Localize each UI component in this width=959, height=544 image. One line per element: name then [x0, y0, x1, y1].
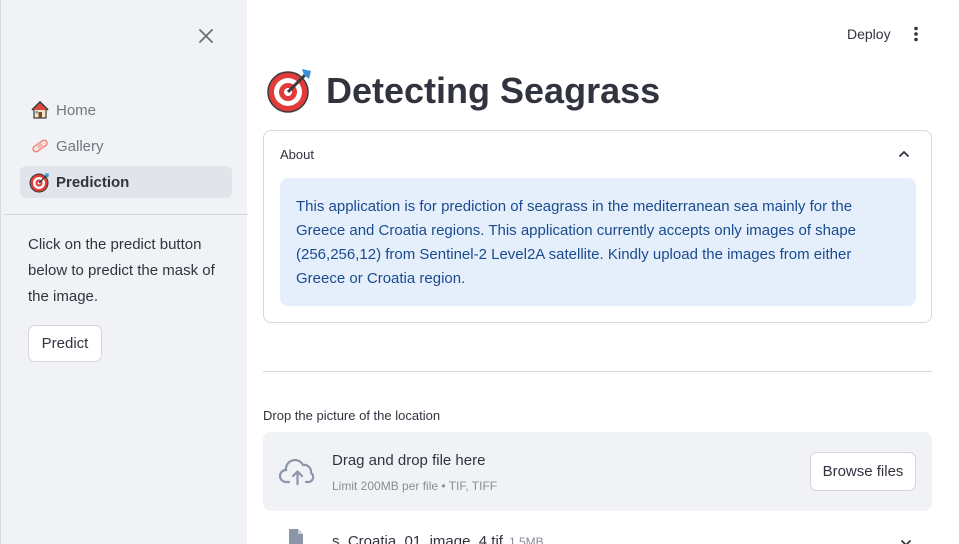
sidebar-item-label: Gallery: [56, 137, 104, 155]
bandage-icon: [29, 135, 51, 157]
collapse-expander-button[interactable]: [895, 145, 913, 163]
page-title: Detecting Seagrass: [326, 70, 661, 111]
expander-label[interactable]: About: [280, 147, 314, 162]
house-icon: [29, 99, 51, 121]
main-menu-button[interactable]: [906, 24, 926, 44]
vertical-dots-icon: [914, 26, 918, 42]
file-name: s_Croatia_01_image_4.tif 1.5MB: [332, 533, 544, 544]
dart-target-icon: [29, 171, 51, 193]
info-alert: This application is for prediction of se…: [280, 178, 916, 306]
uploader-label: Drop the picture of the location: [263, 408, 441, 423]
file-name-text: s_Croatia_01_image_4.tif: [332, 533, 503, 544]
sidebar-item-home[interactable]: Home: [20, 94, 232, 126]
sidebar: Home Gallery Prediction Click on the pre…: [0, 0, 248, 544]
file-size: 1.5MB: [508, 535, 544, 544]
uploaded-file-row: s_Croatia_01_image_4.tif 1.5MB: [263, 524, 932, 544]
dropzone-limit-text: Limit 200MB per file • TIF, TIFF: [332, 479, 498, 493]
chevron-down-icon: [901, 540, 911, 544]
cloud-upload-icon: [278, 456, 318, 488]
file-expand-button[interactable]: [897, 534, 915, 544]
sidebar-instructions: Click on the predict button below to pre…: [28, 236, 215, 305]
sidebar-item-label: Home: [56, 101, 97, 119]
dart-target-icon: [266, 66, 314, 114]
sidebar-item-prediction[interactable]: Prediction: [20, 166, 232, 198]
sidebar-divider: [4, 214, 248, 215]
close-icon: [199, 29, 213, 43]
dropzone-title: Drag and drop file here: [332, 452, 486, 469]
predict-button[interactable]: Predict: [28, 325, 102, 362]
sidebar-nav: Home Gallery Prediction: [20, 94, 232, 202]
divider: [263, 371, 932, 372]
file-icon: [287, 528, 305, 544]
sidebar-item-label: Prediction: [56, 173, 130, 191]
about-expander: About This application is for prediction…: [263, 130, 932, 323]
chevron-up-icon: [899, 151, 909, 157]
browse-files-button[interactable]: Browse files: [810, 452, 916, 491]
sidebar-item-gallery[interactable]: Gallery: [20, 130, 232, 162]
close-sidebar-button[interactable]: [195, 25, 217, 47]
deploy-button[interactable]: Deploy: [838, 22, 900, 46]
file-dropzone[interactable]: Drag and drop file here Limit 200MB per …: [263, 432, 932, 511]
